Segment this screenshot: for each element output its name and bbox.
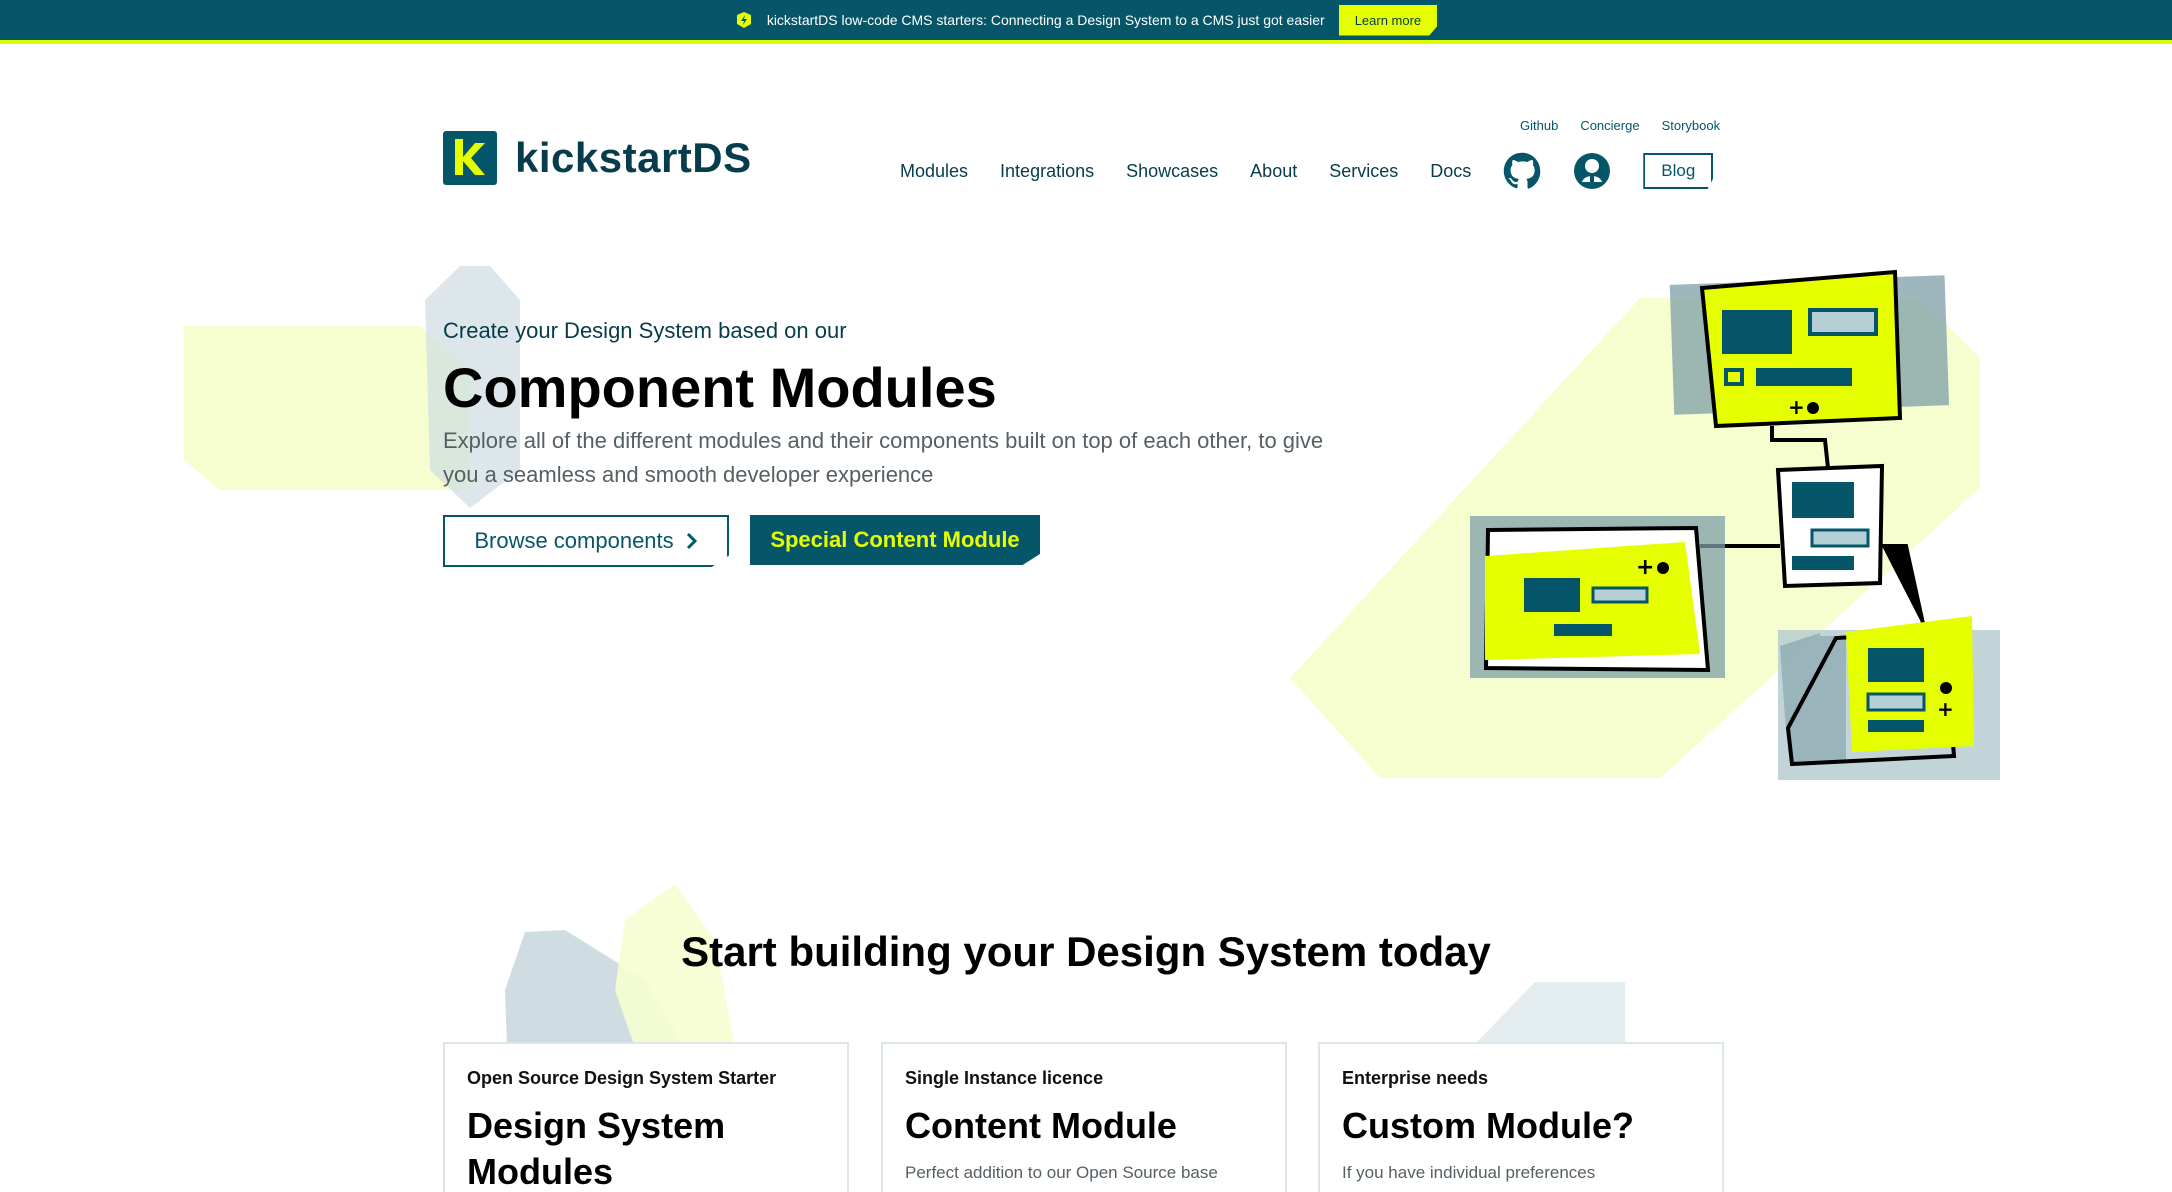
- github-icon[interactable]: [1503, 152, 1541, 190]
- card-title: Content Module: [905, 1105, 1177, 1146]
- card-custom-module[interactable]: Enterprise needs Custom Module? If you h…: [1318, 1042, 1724, 1192]
- browse-components-button[interactable]: Browse components: [443, 515, 729, 567]
- card-title: Design System Modules: [467, 1105, 726, 1192]
- browse-components-label: Browse components: [474, 528, 674, 553]
- section-title: Start building your Design System today: [681, 928, 1491, 975]
- card-kicker: Enterprise needs: [1342, 1068, 1489, 1088]
- meta-link-concierge[interactable]: Concierge: [1580, 118, 1639, 133]
- logo-text: kickstartDS: [515, 134, 752, 181]
- hero-title: Component Modules: [443, 356, 997, 419]
- bolt-icon: [736, 12, 751, 28]
- concierge-icon[interactable]: [1573, 152, 1611, 190]
- meta-link-github[interactable]: Github: [1520, 118, 1558, 133]
- special-content-module-button[interactable]: Special Content Module: [750, 515, 1040, 565]
- announcement-text: kickstartDS low-code CMS starters: Conne…: [766, 12, 1325, 28]
- card-kicker: Open Source Design System Starter: [467, 1068, 777, 1088]
- svg-text:+: +: [1636, 555, 1654, 580]
- card-title: Custom Module?: [1342, 1105, 1634, 1146]
- card-description: If you have individual preferences: [1342, 1163, 1596, 1182]
- hero-subtitle: Create your Design System based on our: [443, 318, 847, 343]
- logo-k-icon: [443, 131, 497, 185]
- blog-button[interactable]: Blog: [1643, 153, 1714, 189]
- nav-about[interactable]: About: [1250, 161, 1297, 182]
- nav-docs[interactable]: Docs: [1430, 161, 1471, 182]
- main-nav: Modules Integrations Showcases About Ser…: [900, 152, 1714, 190]
- card-content-module[interactable]: Single Instance licence Content Module P…: [881, 1042, 1287, 1192]
- nav-showcases[interactable]: Showcases: [1126, 161, 1218, 182]
- svg-text:+: +: [1788, 395, 1805, 419]
- meta-links: Github Concierge Storybook: [1520, 118, 1720, 133]
- hero-description: Explore all of the different modules and…: [443, 428, 1324, 487]
- logo[interactable]: kickstartDS: [443, 131, 752, 185]
- nav-integrations[interactable]: Integrations: [1000, 161, 1094, 182]
- learn-more-button[interactable]: Learn more: [1338, 4, 1438, 36]
- nav-modules[interactable]: Modules: [900, 161, 968, 182]
- svg-text:+: +: [1937, 697, 1954, 721]
- hero-illustration: + + +: [1290, 269, 2000, 780]
- nav-services[interactable]: Services: [1329, 161, 1398, 182]
- card-description: Perfect addition to our Open Source base: [905, 1163, 1218, 1182]
- meta-link-storybook[interactable]: Storybook: [1662, 118, 1721, 133]
- card-design-system-modules[interactable]: Open Source Design System Starter Design…: [443, 1042, 849, 1192]
- card-kicker: Single Instance licence: [905, 1068, 1104, 1088]
- announcement-bar: kickstartDS low-code CMS starters: Conne…: [0, 0, 2172, 44]
- chevron-right-icon: [686, 532, 697, 550]
